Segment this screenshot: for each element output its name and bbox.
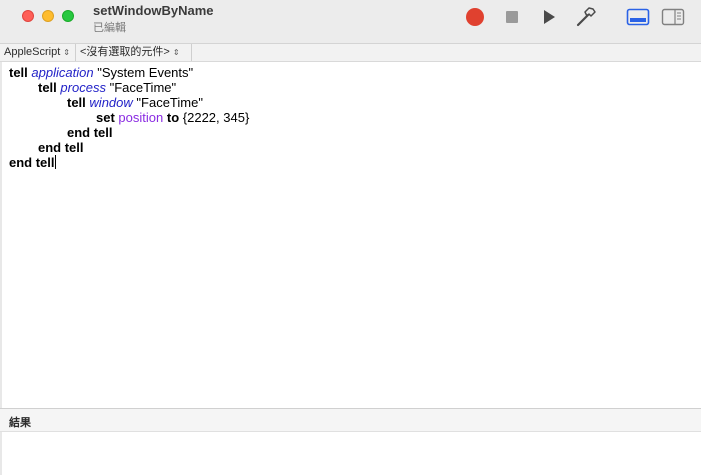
zoom-window-button[interactable] [62, 10, 74, 22]
code-line: set position to {2222, 345} [96, 110, 249, 125]
code-keyword: end tell [38, 140, 84, 155]
code-line: tell application "System Events" [9, 65, 193, 80]
element-selector-label: <沒有選取的元件> [80, 46, 170, 58]
side-pane-icon [661, 8, 685, 26]
element-selector[interactable]: <沒有選取的元件> ⇕ [80, 44, 192, 61]
code-class: window [89, 95, 133, 110]
code-string: "FaceTime" [136, 95, 203, 110]
code-line: end tell [9, 155, 56, 170]
record-icon [466, 8, 484, 26]
code-keyword: to [166, 110, 180, 125]
record-button[interactable] [463, 5, 487, 29]
run-button[interactable] [537, 5, 561, 29]
code-keyword: end tell [9, 155, 55, 170]
title-bar: setWindowByName 已編輯 [0, 0, 701, 44]
play-icon [544, 10, 555, 24]
language-selector-label: AppleScript [4, 46, 61, 58]
script-editor-window: setWindowByName 已編輯 AppleScript ⇕ <沒有選取的… [0, 0, 701, 475]
result-label: 結果 [9, 417, 31, 429]
stop-icon [506, 11, 518, 23]
script-editor[interactable]: tell application "System Events" tell pr… [0, 62, 701, 408]
code-keyword: set [96, 110, 115, 125]
code-keyword: end tell [67, 125, 113, 140]
updown-chevron-icon: ⇕ [172, 47, 180, 57]
hammer-icon [576, 7, 596, 27]
result-pane[interactable] [0, 432, 701, 475]
close-window-button[interactable] [22, 10, 34, 22]
language-selector[interactable]: AppleScript ⇕ [4, 44, 76, 61]
updown-chevron-icon: ⇕ [63, 47, 70, 57]
code-keyword: tell [9, 65, 28, 80]
stop-button[interactable] [500, 5, 524, 29]
code-class: process [60, 80, 106, 95]
compile-button[interactable] [574, 5, 598, 29]
code-line: end tell [67, 125, 113, 140]
code-line: end tell [38, 140, 84, 155]
code-line: tell process "FaceTime" [38, 80, 176, 95]
bottom-pane-icon [626, 8, 650, 26]
document-edited-status: 已編輯 [93, 22, 126, 34]
minimize-window-button[interactable] [42, 10, 54, 22]
show-bottom-pane-button[interactable] [626, 5, 650, 29]
text-cursor [54, 155, 56, 169]
result-pane-header: 結果 [0, 408, 701, 432]
navigation-bar: AppleScript ⇕ <沒有選取的元件> ⇕ [0, 44, 701, 62]
code-string: "System Events" [97, 65, 194, 80]
code-class: application [31, 65, 94, 80]
document-title[interactable]: setWindowByName [93, 3, 214, 18]
code-keyword: tell [67, 95, 86, 110]
code-line: tell window "FaceTime" [67, 95, 203, 110]
code-property: position [118, 110, 164, 125]
show-side-pane-button[interactable] [661, 5, 685, 29]
code-keyword: tell [38, 80, 57, 95]
code-string: "FaceTime" [109, 80, 177, 95]
code-value: {2222, 345} [182, 110, 250, 125]
